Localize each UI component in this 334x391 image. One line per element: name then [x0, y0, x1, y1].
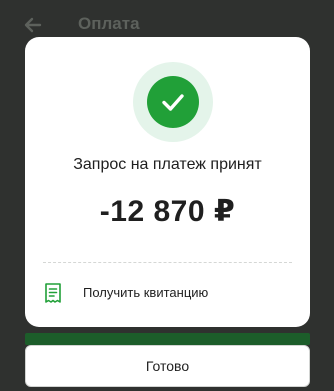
payment-amount: -12 870 ₽: [99, 195, 236, 228]
receipt-label: Получить квитанцию: [83, 285, 209, 300]
receipt-icon: [43, 282, 63, 309]
page-title: Оплата: [78, 14, 140, 33]
status-message: Запрос на платеж принят: [73, 156, 262, 173]
arrow-left-icon[interactable]: [22, 14, 44, 36]
payment-result-dialog: Запрос на платеж принят -12 870 ₽ Получи…: [25, 37, 310, 327]
check-circle-icon: [147, 76, 199, 128]
background-button-edge: [25, 333, 310, 345]
dashed-divider: [43, 262, 292, 263]
status-icon-ring: [133, 62, 213, 142]
done-button[interactable]: Готово: [25, 345, 310, 387]
get-receipt-link[interactable]: Получить квитанцию: [43, 279, 292, 307]
